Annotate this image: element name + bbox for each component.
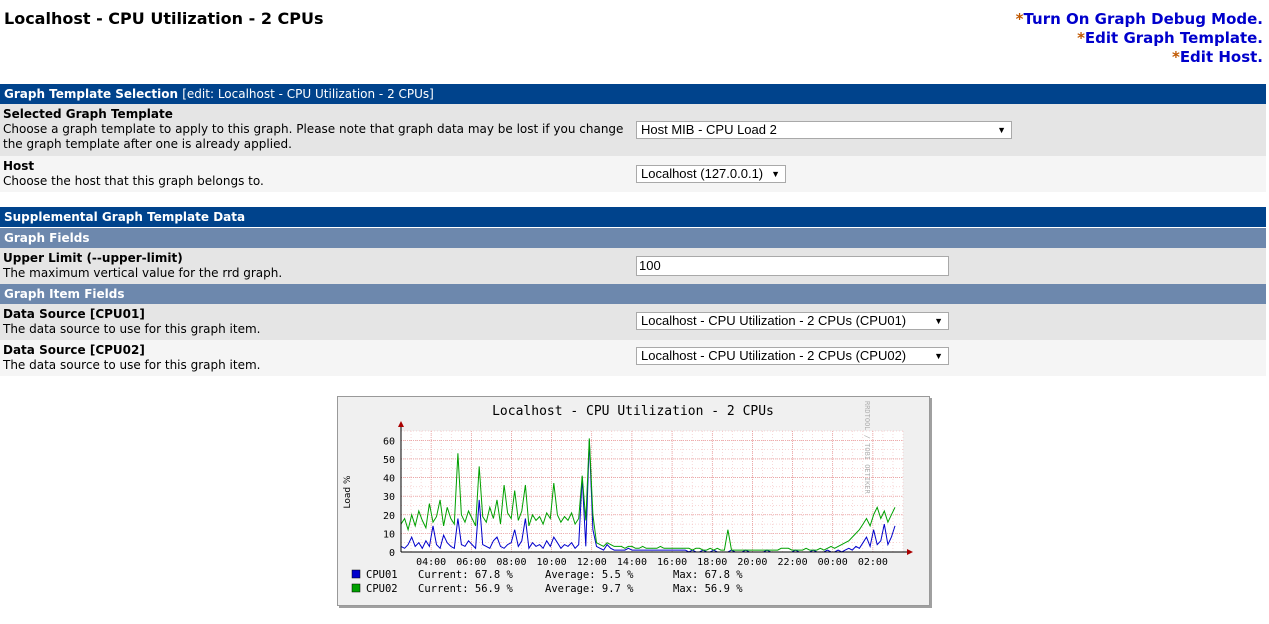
legend-average: Average: 5.5 % — [545, 569, 634, 581]
upper-limit-desc: The maximum vertical value for the rrd g… — [3, 266, 283, 280]
supplemental-section: Supplemental Graph Template Data Graph F… — [0, 207, 1266, 376]
x-tick-label: 10:00 — [537, 557, 567, 568]
x-tick-label: 12:00 — [577, 557, 607, 568]
edit-template-link[interactable]: *Edit Graph Template. — [1016, 29, 1263, 48]
y-axis-label: Load % — [343, 475, 353, 508]
edit-host-link[interactable]: *Edit Host. — [1016, 48, 1263, 67]
edit-host-label: Edit Host. — [1179, 48, 1263, 66]
ds-cpu01-select[interactable]: Localhost - CPU Utilization - 2 CPUs (CP… — [636, 312, 949, 330]
chart-title: Localhost - CPU Utilization - 2 CPUs — [492, 404, 774, 419]
x-axis-arrow-icon — [907, 549, 913, 555]
y-tick-label: 40 — [383, 474, 395, 485]
host-value: Localhost (127.0.0.1) — [641, 166, 764, 181]
y-tick-label: 20 — [383, 511, 395, 522]
template-section: Graph Template Selection [edit: Localhos… — [0, 84, 1266, 192]
ds-cpu02-row: Data Source [CPU02] The data source to u… — [0, 340, 1266, 376]
legend-max: Max: 56.9 % — [673, 583, 743, 595]
template-section-header: Graph Template Selection [edit: Localhos… — [0, 84, 1266, 104]
legend-swatch-cpu01 — [351, 569, 361, 579]
x-tick-label: 04:00 — [416, 557, 446, 568]
x-tick-label: 22:00 — [778, 557, 808, 568]
upper-limit-label: Upper Limit (--upper-limit) — [3, 251, 183, 265]
y-tick-label: 0 — [389, 548, 395, 559]
ds-cpu01-value: Localhost - CPU Utilization - 2 CPUs (CP… — [641, 313, 907, 328]
y-tick-label: 30 — [383, 492, 395, 503]
host-label-block: Host Choose the host that this graph bel… — [3, 159, 264, 189]
y-tick-label: 60 — [383, 436, 395, 447]
ds-cpu02-select[interactable]: Localhost - CPU Utilization - 2 CPUs (CP… — [636, 347, 949, 365]
host-select[interactable]: Localhost (127.0.0.1) ▼ — [636, 165, 786, 183]
upper-limit-row: Upper Limit (--upper-limit) The maximum … — [0, 248, 1266, 284]
rrd-graph: 0 10 20 30 40 50 60 04:00 06:00 08:00 10:00 12:00 14… — [337, 396, 930, 606]
debug-mode-label: Turn On Graph Debug Mode. — [1023, 10, 1263, 28]
graph-template-value: Host MIB - CPU Load 2 — [641, 122, 777, 137]
page-title: Localhost - CPU Utilization - 2 CPUs — [4, 9, 324, 28]
legend-current: Current: 67.8 % — [418, 569, 514, 581]
supplemental-header: Supplemental Graph Template Data — [0, 207, 1266, 227]
dropdown-arrow-icon: ▼ — [934, 351, 943, 361]
legend-name: CPU02 — [366, 583, 398, 595]
ds-cpu01-row: Data Source [CPU01] The data source to u… — [0, 304, 1266, 340]
ds-cpu02-value: Localhost - CPU Utilization - 2 CPUs (CP… — [641, 348, 907, 363]
cpu-chart: 0 10 20 30 40 50 60 04:00 06:00 08:00 10:00 12:00 14… — [343, 401, 913, 595]
legend-current: Current: 56.9 % — [418, 583, 514, 595]
debug-mode-link[interactable]: *Turn On Graph Debug Mode. — [1016, 10, 1263, 29]
selected-template-label-block: Selected Graph Template Choose a graph t… — [3, 107, 631, 152]
legend-swatch-cpu02 — [351, 583, 361, 593]
x-tick-label: 16:00 — [657, 557, 687, 568]
dropdown-arrow-icon: ▼ — [997, 125, 1006, 135]
dropdown-arrow-icon: ▼ — [771, 169, 780, 179]
ds-cpu01-label: Data Source [CPU01] — [3, 307, 145, 321]
x-tick-label: 06:00 — [456, 557, 486, 568]
link-star: * — [1077, 29, 1085, 47]
host-label: Host — [3, 159, 35, 173]
ds-cpu02-label: Data Source [CPU02] — [3, 343, 145, 357]
legend-name: CPU01 — [366, 569, 398, 581]
x-tick-label: 02:00 — [858, 557, 888, 568]
edit-template-label: Edit Graph Template. — [1084, 29, 1263, 47]
template-section-edit: [edit: Localhost - CPU Utilization - 2 C… — [182, 87, 434, 101]
ds-cpu02-desc: The data source to use for this graph it… — [3, 358, 261, 372]
y-tick-label: 50 — [383, 455, 395, 466]
upper-limit-input[interactable]: 100 — [636, 256, 949, 276]
legend-average: Average: 9.7 % — [545, 583, 634, 595]
x-tick-label: 20:00 — [737, 557, 767, 568]
dropdown-arrow-icon: ▼ — [934, 316, 943, 326]
selected-template-desc: Choose a graph template to apply to this… — [3, 122, 624, 151]
graph-fields-header: Graph Fields — [0, 228, 1266, 248]
graph-template-select[interactable]: Host MIB - CPU Load 2 ▼ — [636, 121, 1012, 139]
host-row: Host Choose the host that this graph bel… — [0, 156, 1266, 192]
graph-item-fields-header: Graph Item Fields — [0, 284, 1266, 304]
x-tick-label: 14:00 — [617, 557, 647, 568]
ds-cpu02-label-block: Data Source [CPU02] The data source to u… — [3, 343, 260, 373]
x-tick-label: 00:00 — [818, 557, 848, 568]
legend-max: Max: 67.8 % — [673, 569, 743, 581]
y-axis-arrow-icon — [398, 421, 404, 427]
selected-template-row: Selected Graph Template Choose a graph t… — [0, 104, 1266, 156]
ds-cpu01-label-block: Data Source [CPU01] The data source to u… — [3, 307, 260, 337]
host-desc: Choose the host that this graph belongs … — [3, 174, 264, 188]
template-section-title: Graph Template Selection — [4, 87, 179, 101]
rrdtool-watermark: RRDTOOL / TOBI OETIKER — [863, 401, 871, 495]
top-links: *Turn On Graph Debug Mode. *Edit Graph T… — [1016, 10, 1263, 67]
link-star: * — [1171, 48, 1180, 66]
selected-template-label: Selected Graph Template — [3, 107, 173, 121]
ds-cpu01-desc: The data source to use for this graph it… — [3, 322, 261, 336]
x-tick-label: 08:00 — [496, 557, 526, 568]
x-tick-label: 18:00 — [697, 557, 727, 568]
upper-limit-label-block: Upper Limit (--upper-limit) The maximum … — [3, 251, 282, 281]
y-tick-label: 10 — [383, 529, 395, 540]
